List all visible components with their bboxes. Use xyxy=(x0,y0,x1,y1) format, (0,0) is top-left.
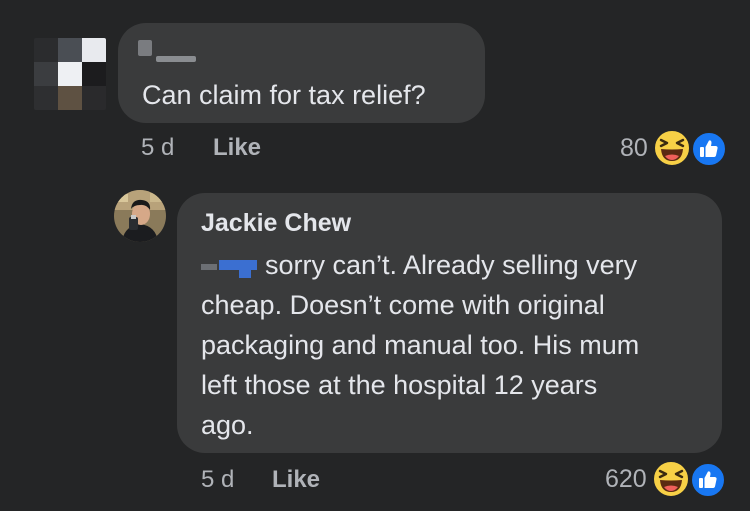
reply-text-line-5: ago. xyxy=(201,410,254,440)
comment-thread: Can claim for tax relief? 5 d Like 80 Ja… xyxy=(0,0,750,511)
pixelated-avatar[interactable] xyxy=(34,38,106,110)
haha-emoji-icon xyxy=(652,129,691,167)
profile-photo-icon xyxy=(114,190,166,242)
haha-emoji-icon xyxy=(651,460,690,498)
reply-text-line-2: cheap. Doesn’t come with original xyxy=(201,290,605,320)
reactions-summary[interactable]: 80 xyxy=(620,128,728,168)
reply-text-line-1: sorry can’t. Already selling very xyxy=(201,245,711,285)
comment-text: Can claim for tax relief? xyxy=(142,80,426,110)
reply-text: sorry can’t. Already selling very cheap.… xyxy=(201,245,711,445)
reaction-count: 620 xyxy=(605,464,647,493)
reply-like-button[interactable]: Like xyxy=(272,466,320,494)
like-thumb-icon xyxy=(689,462,726,498)
reaction-count: 80 xyxy=(620,133,648,162)
reply-text-line-3: packaging and manual too. His mum xyxy=(201,330,640,360)
like-thumb-icon xyxy=(690,131,727,167)
reply-text-content: sorry can’t. Already selling very xyxy=(265,250,638,280)
redacted-author-name xyxy=(138,38,202,64)
like-button[interactable]: Like xyxy=(213,134,261,162)
author-avatar[interactable] xyxy=(114,190,166,242)
reply-author-name[interactable]: Jackie Chew xyxy=(201,208,351,238)
reply-text-line-4: left those at the hospital 12 years xyxy=(201,370,598,400)
reply-timestamp[interactable]: 5 d xyxy=(201,466,234,494)
comment-timestamp[interactable]: 5 d xyxy=(141,134,174,162)
redacted-mention-tag[interactable] xyxy=(201,255,263,279)
reply-reactions-summary[interactable]: 620 xyxy=(605,459,727,499)
